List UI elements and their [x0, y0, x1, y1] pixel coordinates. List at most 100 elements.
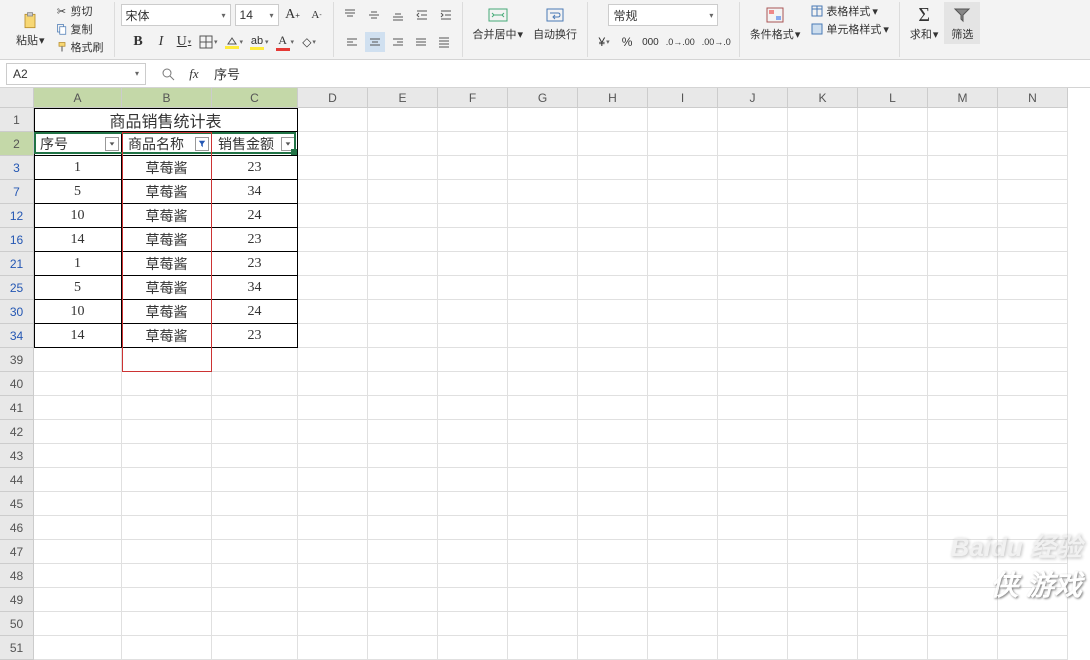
- cell[interactable]: [858, 564, 928, 588]
- cell[interactable]: [928, 636, 998, 660]
- cell[interactable]: [648, 372, 718, 396]
- cell[interactable]: [648, 540, 718, 564]
- row-header[interactable]: 3: [0, 156, 34, 180]
- cell[interactable]: [34, 516, 122, 540]
- cell[interactable]: [648, 396, 718, 420]
- align-center-button[interactable]: [365, 32, 385, 52]
- col-header-D[interactable]: D: [298, 88, 368, 108]
- cell[interactable]: [858, 540, 928, 564]
- cell[interactable]: [788, 252, 858, 276]
- cell[interactable]: [648, 636, 718, 660]
- align-top-button[interactable]: [340, 5, 360, 25]
- row-header[interactable]: 12: [0, 204, 34, 228]
- cell[interactable]: [122, 468, 212, 492]
- cell[interactable]: [298, 612, 368, 636]
- cell[interactable]: [368, 372, 438, 396]
- number-format-select[interactable]: 常规▾: [608, 4, 718, 26]
- cell[interactable]: [718, 444, 788, 468]
- cell[interactable]: [438, 396, 508, 420]
- col-header-L[interactable]: L: [858, 88, 928, 108]
- cell[interactable]: [438, 252, 508, 276]
- cell[interactable]: [508, 516, 578, 540]
- cell[interactable]: [788, 132, 858, 156]
- cell[interactable]: [998, 204, 1068, 228]
- cell[interactable]: [718, 468, 788, 492]
- cell[interactable]: [122, 516, 212, 540]
- cell[interactable]: [858, 588, 928, 612]
- cell[interactable]: [928, 492, 998, 516]
- align-bottom-button[interactable]: [388, 5, 408, 25]
- cell[interactable]: [858, 396, 928, 420]
- data-cell[interactable]: 23: [212, 252, 298, 276]
- cell[interactable]: [298, 372, 368, 396]
- cell[interactable]: [648, 228, 718, 252]
- cell[interactable]: [718, 276, 788, 300]
- row-header[interactable]: 45: [0, 492, 34, 516]
- merge-center-button[interactable]: 合并居中▾: [469, 2, 528, 44]
- cell[interactable]: [858, 636, 928, 660]
- percent-button[interactable]: %: [617, 32, 637, 52]
- cell[interactable]: [212, 492, 298, 516]
- cell[interactable]: [858, 468, 928, 492]
- cell[interactable]: [788, 468, 858, 492]
- cell[interactable]: [788, 588, 858, 612]
- cell[interactable]: [928, 324, 998, 348]
- cell[interactable]: [298, 396, 368, 420]
- cell[interactable]: [508, 588, 578, 612]
- cell[interactable]: [508, 276, 578, 300]
- cell[interactable]: [858, 156, 928, 180]
- cell[interactable]: [578, 612, 648, 636]
- cell[interactable]: [298, 444, 368, 468]
- cell[interactable]: [648, 588, 718, 612]
- cell[interactable]: [858, 492, 928, 516]
- cell[interactable]: [718, 540, 788, 564]
- cell[interactable]: [648, 300, 718, 324]
- cell[interactable]: [368, 492, 438, 516]
- currency-button[interactable]: ¥▾: [594, 32, 614, 52]
- cell[interactable]: [648, 468, 718, 492]
- cell[interactable]: [298, 468, 368, 492]
- cell[interactable]: [368, 444, 438, 468]
- cell[interactable]: [578, 348, 648, 372]
- cell[interactable]: [34, 564, 122, 588]
- cell[interactable]: [508, 180, 578, 204]
- cell[interactable]: [34, 396, 122, 420]
- cell[interactable]: [928, 180, 998, 204]
- copy-button[interactable]: 复制: [51, 20, 108, 38]
- cell[interactable]: [998, 300, 1068, 324]
- table-header[interactable]: 序号: [34, 132, 122, 156]
- cell[interactable]: [122, 588, 212, 612]
- cell[interactable]: [998, 420, 1068, 444]
- cell[interactable]: [858, 108, 928, 132]
- cell[interactable]: [718, 516, 788, 540]
- table-title[interactable]: 商品销售统计表: [34, 108, 298, 132]
- cell[interactable]: [928, 156, 998, 180]
- cell[interactable]: [578, 372, 648, 396]
- data-cell[interactable]: 23: [212, 324, 298, 348]
- cell[interactable]: [788, 444, 858, 468]
- cell[interactable]: [648, 132, 718, 156]
- data-cell[interactable]: 1: [34, 252, 122, 276]
- cell[interactable]: [788, 204, 858, 228]
- cell[interactable]: [718, 420, 788, 444]
- col-header-A[interactable]: A: [34, 88, 122, 108]
- cell[interactable]: [858, 276, 928, 300]
- cell[interactable]: [718, 324, 788, 348]
- cell[interactable]: [858, 348, 928, 372]
- data-cell[interactable]: 34: [212, 180, 298, 204]
- cell[interactable]: [998, 108, 1068, 132]
- cell[interactable]: [998, 156, 1068, 180]
- cell[interactable]: [578, 108, 648, 132]
- cell[interactable]: [212, 468, 298, 492]
- cell[interactable]: [122, 420, 212, 444]
- cell[interactable]: [34, 444, 122, 468]
- cell[interactable]: [928, 468, 998, 492]
- cell[interactable]: [648, 612, 718, 636]
- cell[interactable]: [298, 156, 368, 180]
- cell[interactable]: [858, 612, 928, 636]
- row-header[interactable]: 49: [0, 588, 34, 612]
- row-header[interactable]: 48: [0, 564, 34, 588]
- data-cell[interactable]: 草莓酱: [122, 252, 212, 276]
- cell[interactable]: [788, 372, 858, 396]
- cell[interactable]: [438, 300, 508, 324]
